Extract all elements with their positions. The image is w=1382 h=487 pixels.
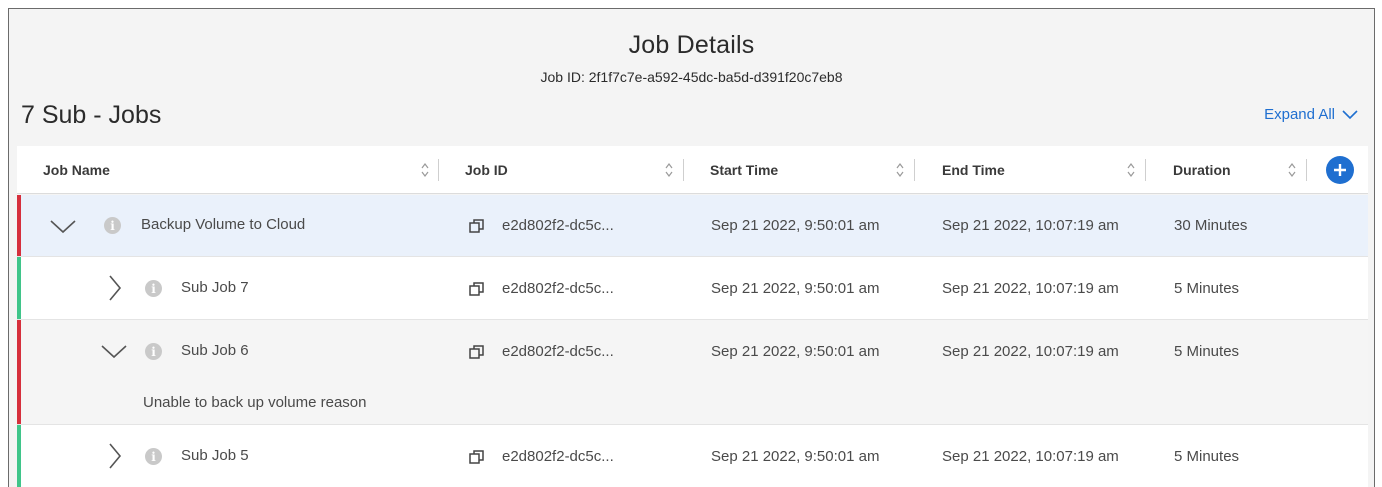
status-stripe-failed — [17, 195, 21, 256]
job-name: Sub Job 7 — [181, 279, 249, 296]
info-icon[interactable]: i — [104, 217, 121, 234]
add-column-button[interactable] — [1326, 156, 1354, 184]
end-time: Sep 21 2022, 10:07:19 am — [942, 217, 1119, 234]
end-time: Sep 21 2022, 10:07:19 am — [942, 448, 1119, 465]
column-header-job-id[interactable]: Job ID — [465, 146, 508, 194]
job-name: Sub Job 5 — [181, 447, 249, 464]
job-id-subtitle: Job ID: 2f1f7c7e-a592-45dc-ba5d-d391f20c… — [540, 69, 843, 85]
copy-icon[interactable] — [469, 218, 485, 234]
table-row[interactable]: i Sub Job 7 e2d802f2-dc5c... Sep 21 2022… — [17, 257, 1368, 320]
column-header-duration[interactable]: Duration — [1173, 146, 1231, 194]
job-name: Sub Job 6 — [181, 342, 249, 359]
job-id: e2d802f2-dc5c... — [502, 448, 614, 465]
end-time: Sep 21 2022, 10:07:19 am — [942, 343, 1119, 360]
column-divider — [1306, 159, 1307, 181]
table-row[interactable]: i Backup Volume to Cloud e2d802f2-dc5c..… — [17, 195, 1368, 257]
copy-icon[interactable] — [469, 281, 485, 297]
column-header-end-time[interactable]: End Time — [942, 146, 1005, 194]
column-divider — [438, 159, 439, 181]
info-icon[interactable]: i — [145, 448, 162, 465]
plus-icon — [1334, 164, 1346, 176]
duration: 30 Minutes — [1174, 217, 1248, 234]
sub-jobs-count: 7 Sub - Jobs — [21, 101, 162, 129]
sort-icon[interactable] — [896, 161, 904, 179]
sort-icon[interactable] — [1127, 161, 1135, 179]
expand-all-label: Expand All — [1264, 106, 1335, 123]
column-divider — [1145, 159, 1146, 181]
start-time: Sep 21 2022, 9:50:01 am — [711, 280, 880, 297]
copy-icon[interactable] — [469, 449, 485, 465]
job-id: e2d802f2-dc5c... — [502, 343, 614, 360]
status-stripe-success — [17, 257, 21, 319]
sort-icon[interactable] — [421, 161, 429, 179]
sort-icon[interactable] — [665, 161, 673, 179]
status-stripe-success — [17, 425, 21, 487]
chevron-down-icon[interactable] — [50, 220, 76, 234]
chevron-right-icon[interactable] — [108, 443, 122, 469]
duration: 5 Minutes — [1174, 448, 1240, 465]
end-time: Sep 21 2022, 10:07:19 am — [942, 280, 1119, 297]
sort-icon[interactable] — [1288, 161, 1296, 179]
column-header-start-time[interactable]: Start Time — [710, 146, 778, 194]
start-time: Sep 21 2022, 9:50:01 am — [711, 343, 880, 360]
column-header-job-name[interactable]: Job Name — [43, 146, 110, 194]
info-icon[interactable]: i — [145, 280, 162, 297]
table-header: Job Name Job ID Start Time End Time Dura… — [17, 146, 1368, 194]
table-row[interactable]: i Sub Job 5 e2d802f2-dc5c... Sep 21 2022… — [17, 425, 1368, 487]
duration: 5 Minutes — [1174, 343, 1240, 360]
info-icon[interactable]: i — [145, 343, 162, 360]
job-id: e2d802f2-dc5c... — [502, 280, 614, 297]
expand-all-button[interactable]: Expand All — [1264, 106, 1358, 123]
chevron-right-icon[interactable] — [108, 275, 122, 301]
chevron-down-icon — [1342, 109, 1358, 119]
column-divider — [914, 159, 915, 181]
start-time: Sep 21 2022, 9:50:01 am — [711, 448, 880, 465]
job-id: e2d802f2-dc5c... — [502, 217, 614, 234]
table-row[interactable]: i Sub Job 6 e2d802f2-dc5c... Sep 21 2022… — [17, 320, 1368, 425]
failure-reason: Unable to back up volume reason — [143, 394, 367, 411]
chevron-down-icon[interactable] — [101, 345, 127, 359]
page-title: Job Details — [628, 31, 755, 59]
column-divider — [683, 159, 684, 181]
copy-icon[interactable] — [469, 344, 485, 360]
sub-jobs-table: Job Name Job ID Start Time End Time Dura… — [17, 146, 1368, 487]
status-stripe-failed — [17, 320, 21, 424]
start-time: Sep 21 2022, 9:50:01 am — [711, 217, 880, 234]
duration: 5 Minutes — [1174, 280, 1240, 297]
job-name: Backup Volume to Cloud — [141, 216, 306, 233]
job-details-panel: Job Details Job ID: 2f1f7c7e-a592-45dc-b… — [8, 8, 1375, 487]
